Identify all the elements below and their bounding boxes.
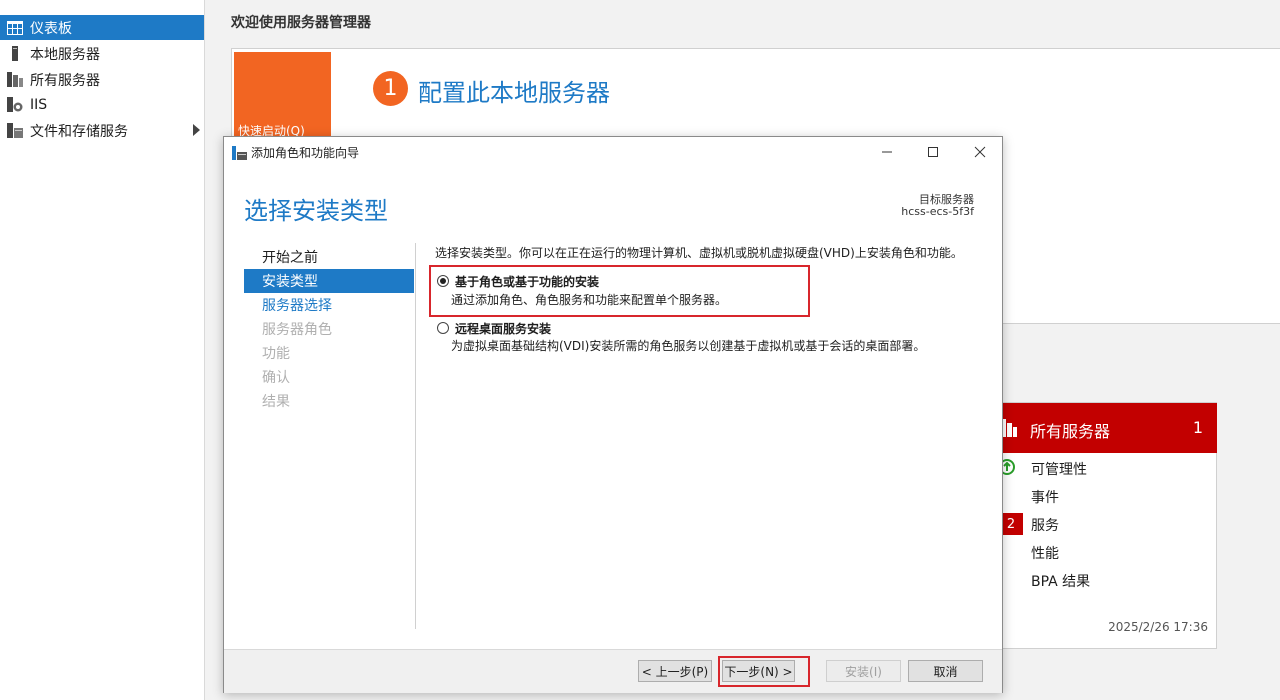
maximize-icon — [928, 147, 938, 157]
role-based-option-title[interactable]: 基于角色或基于功能的安装 — [455, 273, 599, 290]
role-based-option-desc: 通过添加角色、角色服务和功能来配置单个服务器。 — [451, 293, 728, 307]
maximize-button[interactable] — [922, 142, 944, 162]
dialog-title: 添加角色和功能向导 — [251, 146, 360, 160]
close-button[interactable] — [969, 142, 991, 162]
iis-icon — [6, 97, 24, 113]
close-icon — [974, 146, 986, 158]
services-link[interactable]: 服务 — [1031, 515, 1059, 535]
divider — [415, 243, 416, 629]
manageability-link[interactable]: 可管理性 — [1031, 459, 1087, 479]
step-server-roles: 服务器角色 — [262, 322, 332, 338]
sidebar-item-local-server[interactable]: 本地服务器 — [0, 41, 204, 66]
minimize-button[interactable] — [876, 142, 898, 162]
step-results: 结果 — [262, 394, 290, 410]
timestamp: 2025/2/26 17:36 — [1108, 620, 1208, 634]
sidebar-item-label: IIS — [30, 96, 48, 113]
installation-type-description: 选择安装类型。你可以在正在运行的物理计算机、虚拟机或脱机虚拟硬盘(VHD)上安装… — [435, 246, 963, 260]
wizard-heading: 选择安装类型 — [244, 197, 388, 225]
remote-desktop-option-title[interactable]: 远程桌面服务安装 — [455, 320, 551, 337]
sidebar-item-dashboard[interactable]: 仪表板 — [0, 15, 204, 40]
step-number-badge: 1 — [373, 71, 408, 106]
dashboard-icon — [6, 20, 24, 36]
cancel-button[interactable]: 取消 — [908, 660, 983, 682]
bpa-results-link[interactable]: BPA 结果 — [1031, 571, 1090, 591]
install-button: 安装(I) — [826, 660, 901, 682]
step-installation-type[interactable]: 安装类型 — [244, 269, 414, 293]
servers-icon — [6, 72, 24, 88]
step-features: 功能 — [262, 346, 290, 362]
all-servers-count: 1 — [1192, 418, 1203, 437]
step-confirmation: 确认 — [262, 370, 290, 386]
add-roles-wizard-dialog: 添加角色和功能向导 选择安装类型 目标服务器 hcss-ecs-5f3f 开始之… — [223, 136, 1003, 693]
all-servers-tile: 所有服务器 1 可管理性 事件 2 服务 性能 BPA 结果 2025/2/26… — [990, 402, 1217, 649]
sidebar-item-label: 文件和存储服务 — [30, 123, 128, 140]
all-servers-title: 所有服务器 — [1030, 422, 1111, 441]
minimize-icon — [882, 151, 892, 153]
target-server-value: hcss-ecs-5f3f — [901, 205, 974, 218]
step-before-you-begin[interactable]: 开始之前 — [244, 245, 414, 269]
sidebar-item-label: 仪表板 — [30, 20, 72, 37]
remote-desktop-option-desc: 为虚拟桌面基础结构(VDI)安装所需的角色服务以创建基于虚拟机或基于会话的桌面部… — [451, 339, 926, 353]
storage-icon — [6, 123, 24, 139]
step-server-selection[interactable]: 服务器选择 — [244, 293, 414, 317]
chevron-right-icon[interactable] — [193, 124, 200, 136]
next-button[interactable]: 下一步(N) > — [722, 660, 795, 682]
sidebar-item-iis[interactable]: IIS — [0, 92, 204, 117]
all-servers-header[interactable]: 所有服务器 1 — [991, 403, 1217, 453]
sidebar: 仪表板 本地服务器 所有服务器 IIS 文件和存储服务 — [0, 0, 205, 700]
events-link[interactable]: 事件 — [1031, 487, 1059, 507]
sidebar-item-file-storage[interactable]: 文件和存储服务 — [0, 118, 204, 143]
wizard-icon — [232, 145, 247, 164]
sidebar-item-all-servers[interactable]: 所有服务器 — [0, 67, 204, 92]
sidebar-item-label: 所有服务器 — [30, 72, 100, 89]
page-title: 欢迎使用服务器管理器 — [231, 15, 371, 31]
remote-desktop-radio[interactable] — [437, 322, 449, 334]
servers-icon — [1001, 419, 1017, 441]
performance-link[interactable]: 性能 — [1031, 543, 1059, 563]
server-icon — [6, 46, 24, 62]
role-based-radio[interactable] — [437, 275, 449, 287]
wizard-footer: < 上一步(P) 下一步(N) > 安装(I) 取消 — [224, 649, 1002, 693]
dialog-titlebar[interactable]: 添加角色和功能向导 — [224, 137, 1002, 167]
previous-button[interactable]: < 上一步(P) — [638, 660, 712, 682]
sidebar-item-label: 本地服务器 — [30, 46, 100, 63]
configure-local-server-link[interactable]: 配置此本地服务器 — [418, 73, 610, 108]
